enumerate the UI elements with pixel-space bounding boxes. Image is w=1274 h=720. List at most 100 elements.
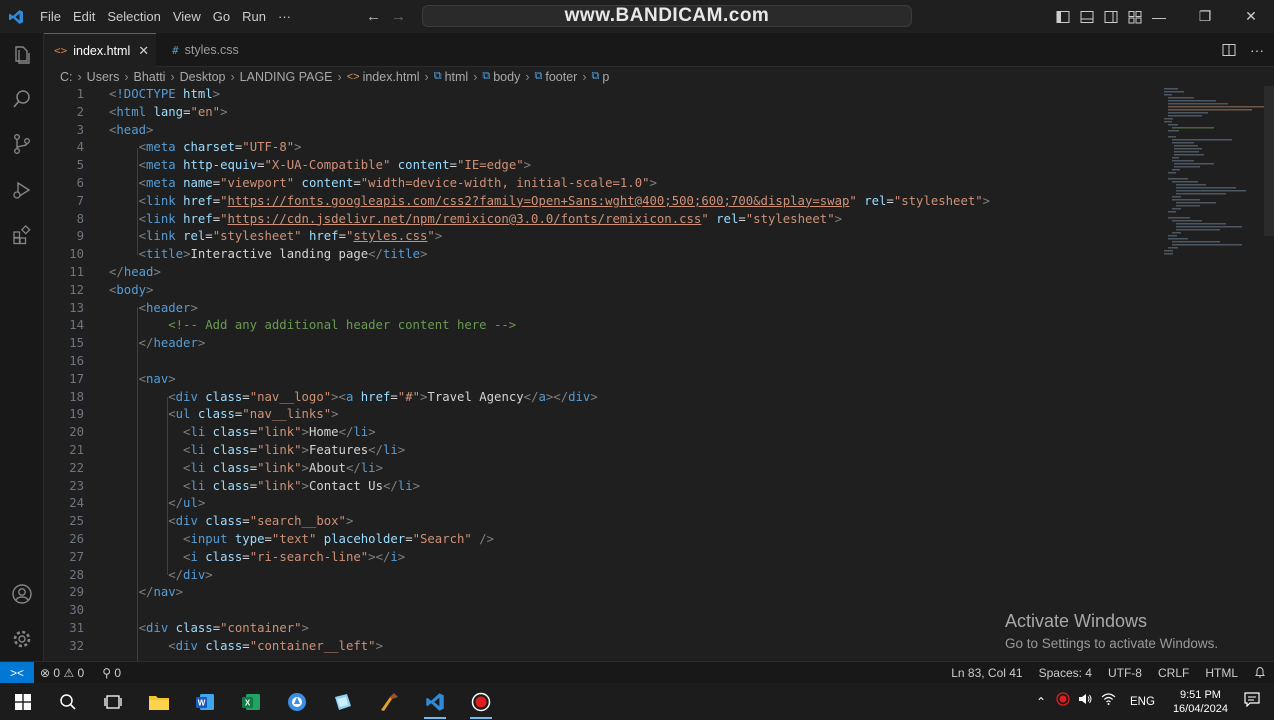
- menu-run[interactable]: Run: [236, 0, 272, 33]
- input-language[interactable]: ENG: [1120, 696, 1165, 708]
- vscode-taskbar-icon[interactable]: [412, 683, 458, 720]
- bandicam-tray-icon[interactable]: [1052, 692, 1074, 711]
- code-token: li: [397, 478, 413, 493]
- code-token: </: [368, 443, 383, 457]
- line-number: 25: [69, 514, 84, 529]
- notification-center-icon[interactable]: [1236, 691, 1274, 712]
- breadcrumb-body[interactable]: body: [493, 70, 520, 84]
- code-token: Interactive landing page: [190, 247, 369, 262]
- show-hidden-icons-icon[interactable]: ⌃: [1030, 695, 1052, 709]
- code-token: placeholder: [323, 532, 406, 546]
- clock[interactable]: 9:51 PM 16/04/2024: [1165, 688, 1236, 716]
- minimize-button[interactable]: —: [1136, 0, 1182, 33]
- problems-indicator[interactable]: ⊗ 0 ⚠ 0: [40, 666, 84, 680]
- toggle-secondary-sidebar-icon[interactable]: [1104, 10, 1118, 24]
- minimap[interactable]: [1156, 86, 1264, 266]
- line-code: <li class="link">Features</li>: [109, 442, 405, 460]
- word-icon[interactable]: W: [182, 683, 228, 720]
- cursor-position[interactable]: Ln 83, Col 41: [943, 666, 1030, 680]
- bandicam-record-icon[interactable]: [458, 683, 504, 720]
- code-token: <: [168, 514, 176, 529]
- code-token: >: [146, 122, 154, 137]
- line-number: 11: [69, 265, 84, 279]
- command-center[interactable]: www.BANDICAM.com: [422, 5, 912, 27]
- element-icon: ⧉: [482, 70, 491, 82]
- breadcrumb-desktop[interactable]: Desktop: [180, 70, 226, 84]
- menu-more[interactable]: ···: [272, 0, 297, 33]
- code-token: >: [397, 549, 406, 564]
- accounts-icon[interactable]: [0, 572, 44, 616]
- toggle-primary-sidebar-icon[interactable]: [1056, 10, 1070, 24]
- back-arrow-icon[interactable]: ←: [366, 8, 381, 25]
- code-token: "Search": [412, 532, 472, 546]
- breadcrumb-p[interactable]: p: [602, 70, 609, 84]
- taskbar-search-icon[interactable]: [45, 683, 91, 720]
- restore-button[interactable]: ❐: [1182, 0, 1228, 33]
- close-button[interactable]: ✕: [1228, 0, 1274, 33]
- element-icon: ⧉: [591, 70, 600, 82]
- windows-start-icon[interactable]: [0, 683, 46, 720]
- encoding[interactable]: UTF-8: [1100, 666, 1150, 680]
- run-debug-icon[interactable]: [0, 168, 44, 212]
- breadcrumb-file[interactable]: index.html: [363, 70, 420, 84]
- menu-selection[interactable]: Selection: [101, 0, 166, 33]
- line-number: 22: [69, 460, 84, 475]
- forward-arrow-icon[interactable]: →: [391, 8, 406, 25]
- code-token: =: [738, 211, 746, 226]
- more-actions-icon[interactable]: ···: [1250, 42, 1264, 58]
- code-token: =: [205, 229, 213, 244]
- task-view-icon[interactable]: [90, 683, 136, 720]
- toggle-panel-icon[interactable]: [1080, 10, 1094, 24]
- code-token: >: [146, 282, 154, 297]
- excel-icon[interactable]: X: [228, 683, 274, 720]
- breadcrumb-drive[interactable]: C:: [60, 70, 73, 84]
- wifi-icon[interactable]: [1097, 692, 1120, 711]
- split-editor-icon[interactable]: [1222, 43, 1236, 57]
- editor-tab-bar: <> index.html ✕ # styles.css ···: [44, 33, 1274, 67]
- notepad-icon[interactable]: [320, 683, 366, 720]
- breadcrumb-footer[interactable]: footer: [545, 70, 577, 84]
- tab-index-html[interactable]: <> index.html ✕: [44, 33, 156, 67]
- ports-indicator[interactable]: ⚲ 0: [102, 666, 121, 680]
- history-navigation: ← →: [366, 0, 406, 33]
- breadcrumb-html[interactable]: html: [445, 70, 469, 84]
- extensions-icon[interactable]: [0, 213, 44, 257]
- code-token: meta: [146, 158, 176, 173]
- app-icon[interactable]: [366, 683, 412, 720]
- vertical-scrollbar[interactable]: [1264, 86, 1274, 236]
- browser-icon[interactable]: [274, 683, 320, 720]
- menu-edit[interactable]: Edit: [67, 0, 101, 33]
- close-tab-icon[interactable]: ✕: [138, 43, 149, 59]
- line-number: 26: [69, 532, 84, 546]
- indentation[interactable]: Spaces: 4: [1031, 666, 1100, 680]
- code-token: >: [301, 621, 309, 635]
- end-of-line[interactable]: CRLF: [1150, 666, 1197, 680]
- breadcrumb-folder[interactable]: LANDING PAGE: [240, 70, 333, 84]
- manage-gear-icon[interactable]: [0, 617, 44, 661]
- explorer-icon[interactable]: [0, 33, 44, 77]
- volume-icon[interactable]: [1074, 692, 1097, 711]
- breadcrumb-users[interactable]: Users: [87, 70, 120, 84]
- search-icon[interactable]: [0, 77, 44, 121]
- code-token: "text": [271, 532, 317, 546]
- code-token: Features: [308, 443, 369, 457]
- menu-file[interactable]: File: [32, 0, 67, 33]
- code-token: >: [212, 87, 221, 101]
- breadcrumb-user[interactable]: Bhatti: [134, 70, 166, 84]
- code-token: head: [123, 265, 154, 279]
- code-editor[interactable]: 1 <!DOCTYPE html> 2 <html lang="en"> 3 <head>…: [44, 86, 1274, 661]
- language-mode[interactable]: HTML: [1197, 666, 1246, 680]
- notifications-bell-icon[interactable]: [1246, 666, 1274, 681]
- tab-styles-css[interactable]: # styles.css: [162, 33, 270, 67]
- menu-view[interactable]: View: [167, 0, 207, 33]
- remote-indicator-icon[interactable]: ><: [0, 662, 34, 684]
- file-explorer-icon[interactable]: [136, 683, 182, 720]
- menu-go[interactable]: Go: [207, 0, 236, 33]
- source-control-icon[interactable]: [0, 122, 44, 166]
- code-token: =: [212, 193, 221, 208]
- line-code: <li class="link">Home</li>: [109, 424, 376, 442]
